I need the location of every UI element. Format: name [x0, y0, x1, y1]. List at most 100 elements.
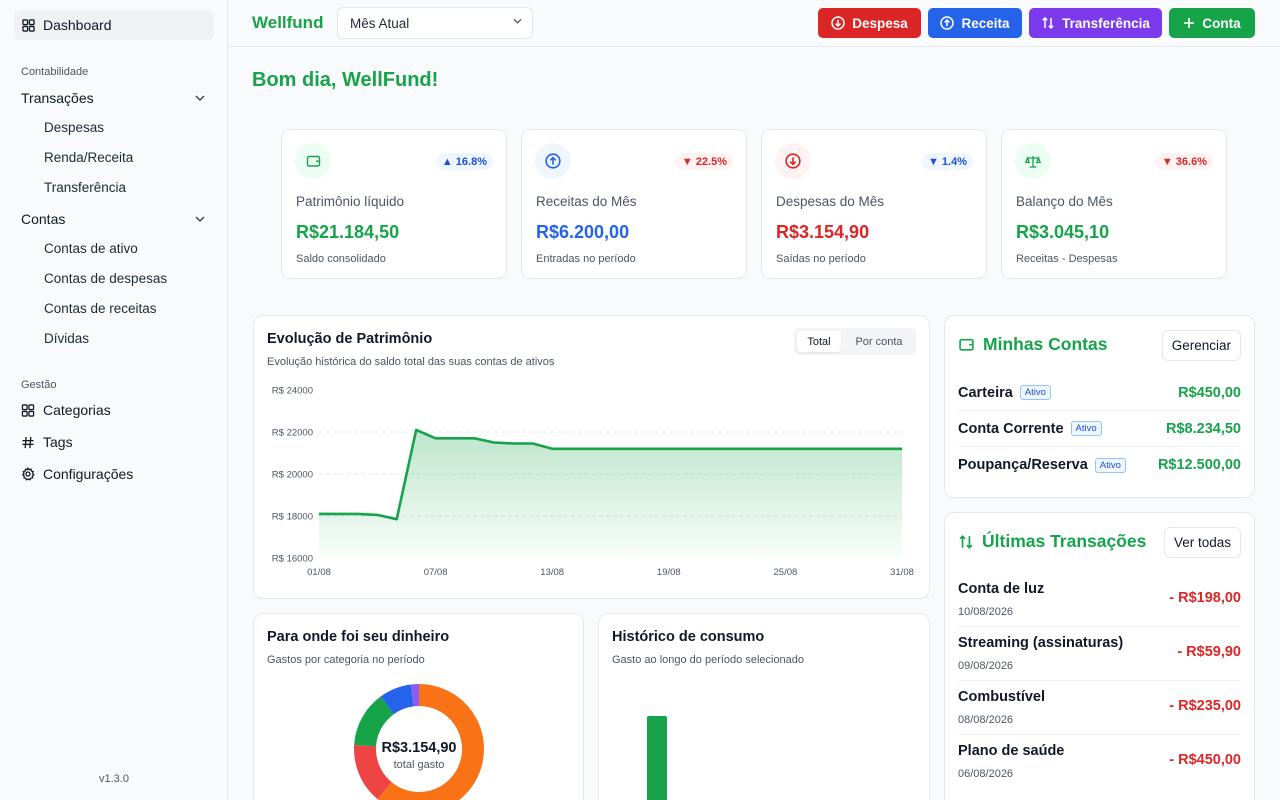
chevron-down-icon	[195, 216, 205, 222]
view-all-transactions-button[interactable]: Ver todas	[1163, 527, 1241, 558]
account-balance: R$12.500,00	[1157, 457, 1241, 473]
transaction-name: Combustível	[958, 689, 1046, 705]
sidebar-item-expenses[interactable]: Despesas	[44, 116, 104, 138]
sidebar-item-accounts[interactable]: Contas	[21, 206, 213, 232]
arrows-up-down-icon	[959, 534, 973, 549]
gear-icon	[21, 467, 35, 481]
sidebar-item-label: Configurações	[43, 466, 134, 482]
add-account-button[interactable]: Conta	[1169, 8, 1255, 38]
kpi-sub: Receitas - Despesas	[1016, 253, 1118, 265]
sidebar-item-categories[interactable]: Categorias	[21, 398, 111, 422]
kpi-label: Receitas do Mês	[536, 194, 637, 209]
change-badge: ▲ 16.8%	[435, 153, 493, 170]
period-select-value: Mês Atual	[350, 15, 410, 31]
transaction-date: 09/08/2026	[958, 660, 1014, 672]
circle-arrow-down-icon	[775, 143, 811, 179]
history-bar	[647, 716, 667, 800]
x-tick-label: 13/08	[540, 567, 564, 578]
change-value: 36.6%	[1175, 155, 1207, 168]
kpi-sub: Entradas no período	[536, 253, 636, 265]
arrows-up-down-icon	[1042, 16, 1054, 30]
change-value: 16.8%	[455, 155, 487, 168]
y-tick-label: R$ 18000	[272, 512, 313, 523]
add-expense-button[interactable]: Despesa	[818, 8, 921, 38]
account-name: Carteira	[958, 384, 1013, 401]
y-tick-label: R$ 24000	[272, 386, 313, 397]
dashboard-icon	[22, 18, 35, 32]
kpi-value: R$3.045,10	[1016, 222, 1110, 242]
sidebar-item-income[interactable]: Renda/Receita	[44, 146, 133, 168]
circle-arrow-up-icon	[940, 16, 955, 30]
x-tick-label: 25/08	[774, 567, 798, 578]
wallet-icon	[959, 338, 974, 351]
sidebar-item-income-accounts[interactable]: Contas de receitas	[44, 297, 157, 319]
kpi-card-income: ▼ 22.5% Receitas do Mês R$6.200,00 Entrad…	[521, 129, 747, 279]
sidebar-item-label: Transações	[21, 90, 94, 106]
kpi-label: Patrimônio líquido	[296, 194, 405, 209]
top-bar: Wellfund Mês Atual Despesa Receita Trans…	[228, 0, 1280, 47]
sidebar-item-label: Dashboard	[43, 17, 112, 33]
add-income-button[interactable]: Receita	[928, 8, 1022, 38]
my-accounts-panel: Minhas Contas Gerenciar Carteira Ativo R…	[944, 315, 1255, 498]
sidebar-item-asset-accounts[interactable]: Contas de ativo	[44, 237, 138, 259]
triangle-up-icon: ▲	[441, 155, 453, 168]
sidebar-item-expense-accounts[interactable]: Contas de despesas	[44, 267, 167, 289]
scale-icon	[1015, 143, 1051, 179]
net-worth-chart: R$ 24000 R$ 22000 R$ 20000 R$ 18000 R$ 16000…	[272, 386, 914, 579]
transaction-name: Streaming (assinaturas)	[958, 635, 1124, 651]
change-badge: ▼ 1.4%	[922, 153, 973, 170]
kpi-value: R$3.154,90	[776, 222, 870, 242]
kpi-card-expenses: ▼ 1.4% Despesas do Mês R$3.154,90 Saídas …	[761, 129, 987, 279]
title-text: Últimas Transações	[982, 531, 1147, 551]
account-balance: R$8.234,50	[1166, 420, 1241, 437]
account-row[interactable]: Conta Corrente Ativo R$8.234,50	[958, 411, 1241, 447]
button-label: Receita	[961, 15, 1010, 31]
sidebar-item-settings[interactable]: Configurações	[21, 462, 133, 486]
transaction-amount: - R$59,90	[1177, 644, 1241, 660]
kpi-sub: Saldo consolidado	[296, 253, 386, 265]
account-row[interactable]: Carteira Ativo R$450,00	[958, 375, 1241, 411]
transaction-row[interactable]: Plano de saúde 06/08/2026 - R$450,00	[958, 735, 1241, 789]
sidebar-item-transfer[interactable]: Transferência	[44, 176, 126, 198]
last-transactions-panel: Últimas Transações Ver todas Conta de lu…	[944, 512, 1255, 800]
period-select[interactable]: Mês Atual	[337, 7, 533, 39]
button-label: Despesa	[852, 15, 908, 31]
section-label-management: Gestão	[21, 379, 57, 391]
spending-history-chart	[647, 716, 667, 800]
account-name: Conta Corrente	[958, 420, 1064, 437]
transaction-amount: - R$450,00	[1169, 752, 1241, 768]
sidebar-item-label: Contas	[21, 211, 66, 227]
account-row[interactable]: Poupança/Reserva Ativo R$12.500,00	[958, 447, 1241, 483]
transaction-row[interactable]: Streaming (assinaturas) 09/08/2026 - R$5…	[958, 627, 1241, 681]
add-transfer-button[interactable]: Transferência	[1029, 8, 1162, 38]
sidebar-item-transactions[interactable]: Transações	[21, 85, 213, 111]
sidebar-item-label: Tags	[43, 434, 73, 450]
transaction-row[interactable]: Conta de luz 10/08/2026 - R$198,00	[958, 573, 1241, 627]
transaction-date: 06/08/2026	[958, 768, 1014, 780]
net-worth-evolution-panel: Evolução de Patrimônio Evolução históric…	[253, 315, 930, 599]
kpi-value: R$21.184,50	[296, 222, 400, 242]
transaction-amount: - R$235,00	[1169, 698, 1241, 714]
circle-arrow-down-icon	[831, 16, 845, 30]
title-text: Minhas Contas	[983, 334, 1108, 354]
manage-accounts-button[interactable]: Gerenciar	[1161, 330, 1241, 361]
sidebar-item-tags[interactable]: Tags	[21, 430, 73, 454]
transaction-date: 10/08/2026	[958, 606, 1014, 618]
sidebar-item-dashboard[interactable]: Dashboard	[14, 10, 214, 40]
greeting-title: Bom dia, WellFund!	[252, 69, 439, 91]
app-version: v1.3.0	[99, 773, 129, 785]
change-value: 1.4%	[941, 155, 967, 168]
triangle-down-icon: ▼	[681, 155, 693, 168]
x-tick-label: 07/08	[424, 567, 448, 578]
last-transactions-title: Últimas Transações	[958, 531, 1146, 552]
kpi-card-balance: ▼ 36.6% Balanço do Mês R$3.045,10 Receita…	[1001, 129, 1227, 279]
sidebar-item-debts[interactable]: Dívidas	[44, 327, 89, 349]
y-tick-label: R$ 20000	[272, 470, 313, 481]
y-tick-label: R$ 16000	[272, 554, 313, 565]
hash-icon	[22, 436, 34, 448]
brand-logo[interactable]: Wellfund	[252, 13, 323, 33]
y-tick-label: R$ 22000	[272, 428, 313, 439]
sidebar-item-label: Categorias	[43, 402, 111, 418]
transaction-row[interactable]: Combustível 08/08/2026 - R$235,00	[958, 681, 1241, 735]
chevron-down-icon	[513, 18, 522, 24]
